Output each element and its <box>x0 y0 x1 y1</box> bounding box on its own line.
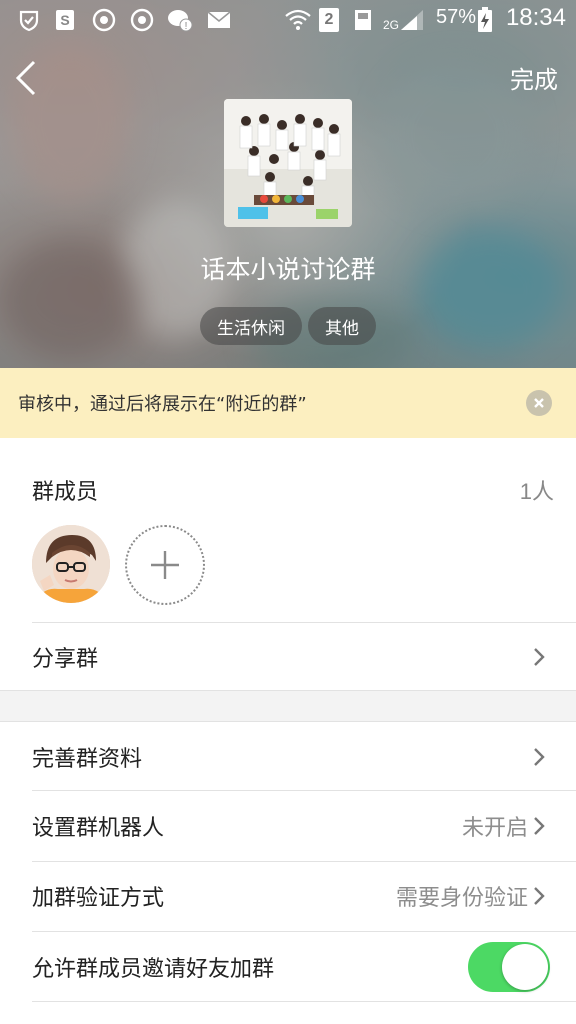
group-photo <box>224 99 352 227</box>
members-count[interactable]: 1人 <box>520 474 554 506</box>
clock: 18:34 <box>505 4 566 31</box>
complete-profile-row[interactable]: 完善群资料 <box>0 723 576 791</box>
sync-icon <box>90 8 118 32</box>
plus-icon <box>151 551 179 579</box>
row-label: 分享群 <box>32 647 99 672</box>
avatar-photo <box>32 525 110 603</box>
divider <box>32 931 576 932</box>
wechat-alert-icon: ! <box>166 8 194 32</box>
group-tags: 生活休闲 其他 <box>0 307 576 345</box>
app-s-icon: S <box>52 8 78 32</box>
status-bar: S ! 2 2G 57% 18:34 <box>0 0 576 40</box>
back-button[interactable] <box>10 56 50 100</box>
battery-charging-icon <box>476 7 494 32</box>
shield-check-icon <box>16 8 42 32</box>
join-verification-row[interactable]: 加群验证方式 需要身份验证 <box>0 862 576 930</box>
toggle-knob <box>502 944 548 990</box>
signal-icon: 2G <box>380 8 428 32</box>
wifi-icon <box>284 8 312 32</box>
done-button[interactable]: 完成 <box>510 60 558 95</box>
allow-invite-toggle[interactable] <box>468 942 550 992</box>
mail-icon <box>206 8 232 32</box>
row-label: 加群验证方式 <box>32 886 165 911</box>
chevron-right-icon <box>534 748 545 766</box>
divider <box>32 1001 576 1002</box>
phone-info-icon <box>352 8 376 32</box>
tag-category[interactable]: 其他 <box>308 307 376 345</box>
section-gap <box>0 690 576 722</box>
robot-status: 未开启 <box>461 816 528 841</box>
close-icon[interactable] <box>526 390 552 416</box>
divider <box>32 790 576 791</box>
sim-slot-label: 2 <box>324 11 334 28</box>
chevron-right-icon <box>534 887 545 905</box>
share-group-row[interactable]: 分享群 <box>0 623 576 691</box>
group-avatar[interactable] <box>224 99 352 227</box>
chevron-left-icon <box>15 60 36 96</box>
allow-invite-row: 允许群成员邀请好友加群 <box>0 933 576 1001</box>
sync-icon <box>128 8 156 32</box>
group-robot-row[interactable]: 设置群机器人 未开启 <box>0 792 576 860</box>
verification-mode: 需要身份验证 <box>395 886 528 911</box>
svg-text:S: S <box>60 12 69 28</box>
members-title: 群成员 <box>32 480 99 505</box>
svg-text:!: ! <box>185 21 188 32</box>
row-label: 设置群机器人 <box>32 816 165 841</box>
member-avatar[interactable] <box>32 525 110 603</box>
chevron-right-icon <box>534 817 545 835</box>
tag-category[interactable]: 生活休闲 <box>200 307 302 345</box>
sim-icon: 2 <box>318 8 340 32</box>
chevron-right-icon <box>534 648 545 666</box>
row-label: 允许群成员邀请好友加群 <box>32 957 275 982</box>
add-member-button[interactable] <box>125 525 205 605</box>
battery-percent: 57% <box>436 6 477 28</box>
row-label: 完善群资料 <box>32 747 143 772</box>
review-notice-banner: 审核中，通过后将展示在“附近的群” <box>0 368 576 438</box>
group-name: 话本小说讨论群 <box>200 255 376 284</box>
network-type-label: 2G <box>382 18 399 32</box>
notice-text: 审核中，通过后将展示在“附近的群” <box>18 394 307 415</box>
